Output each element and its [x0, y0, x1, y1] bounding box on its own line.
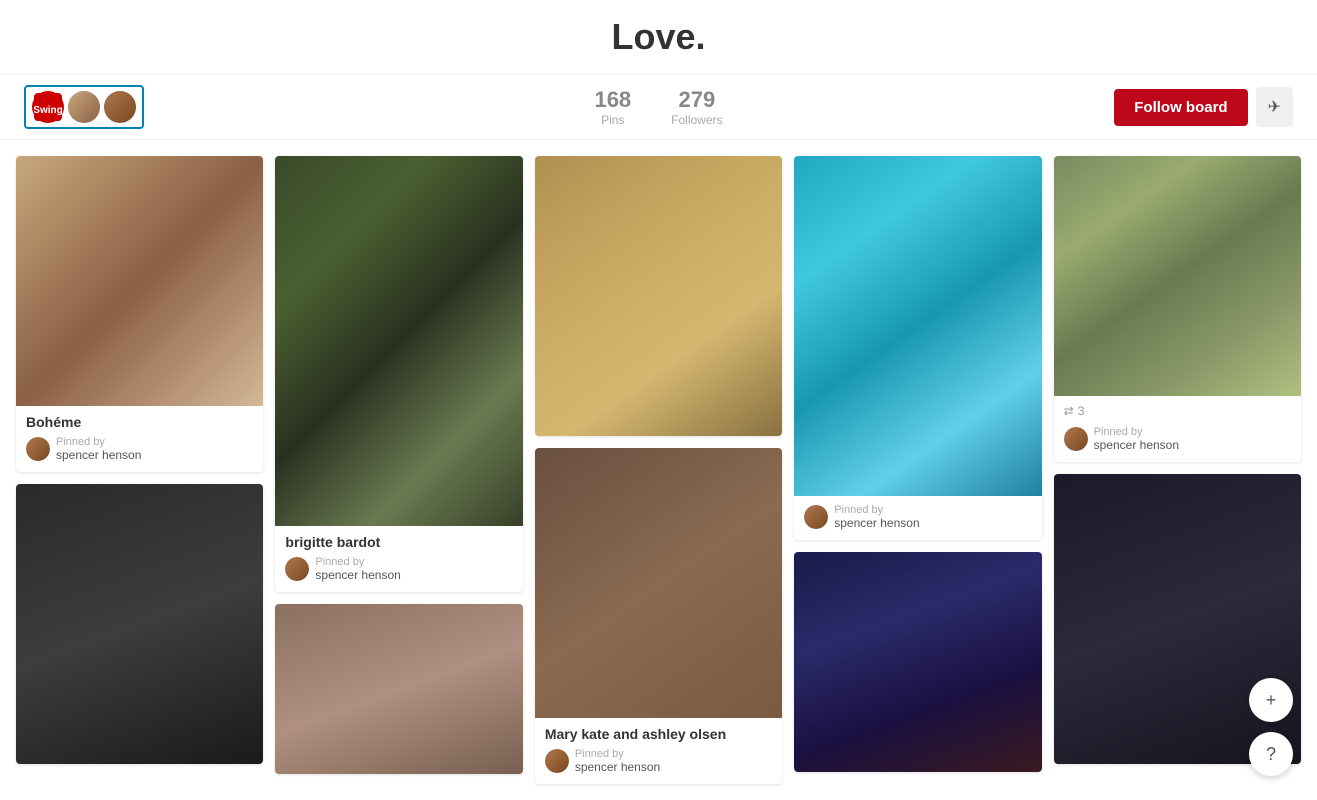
pin-card[interactable]	[275, 604, 522, 774]
pins-stat: 168 Pins	[594, 87, 631, 127]
pin-card[interactable]	[794, 552, 1041, 772]
author-info: Pinned by spencer henson	[56, 436, 141, 462]
question-icon: ?	[1266, 744, 1276, 765]
masonry-col-2: brigitte bardot Pinned by spencer henson	[275, 156, 522, 774]
pin-info: Pinned by spencer henson	[1054, 418, 1301, 462]
masonry-col-5: ⇄ 3 Pinned by spencer henson	[1054, 156, 1301, 764]
pin-title: brigitte bardot	[285, 534, 512, 550]
board-content: Bohéme Pinned by spencer henson	[0, 140, 1317, 800]
stats-center: 168 Pins 279 Followers	[594, 87, 722, 127]
contributors-area[interactable]: Swing	[24, 85, 144, 129]
pins-count: 168	[594, 87, 631, 113]
author-name: spencer henson	[315, 568, 400, 582]
brand-logo: Swing	[32, 91, 64, 123]
pin-info: Mary kate and ashley olsen Pinned by spe…	[535, 718, 782, 784]
board-title: Love.	[24, 16, 1293, 58]
author-name: spencer henson	[575, 760, 660, 774]
stats-bar: Swing 168 Pins 279 Followers Follow boar…	[0, 75, 1317, 140]
pin-author: Pinned by spencer henson	[804, 504, 1031, 530]
page-header: Love.	[0, 0, 1317, 75]
pin-card[interactable]: Bohéme Pinned by spencer henson	[16, 156, 263, 472]
masonry-col-3: Mary kate and ashley olsen Pinned by spe…	[535, 156, 782, 784]
pin-info: Pinned by spencer henson	[794, 496, 1041, 540]
author-info: Pinned by spencer henson	[315, 556, 400, 582]
contributor-avatar-1[interactable]	[68, 91, 100, 123]
help-button[interactable]: ?	[1249, 732, 1293, 776]
pin-author: Pinned by spencer henson	[26, 436, 253, 462]
pin-card[interactable]: Pinned by spencer henson	[794, 156, 1041, 540]
author-name: spencer henson	[834, 516, 919, 530]
author-avatar	[1064, 427, 1088, 451]
pin-image-1	[16, 156, 263, 406]
followers-count: 279	[678, 87, 715, 113]
pin-image-5	[535, 156, 782, 436]
author-avatar	[545, 749, 569, 773]
masonry-col-4: Pinned by spencer henson	[794, 156, 1041, 772]
pin-image-2	[16, 484, 263, 764]
pin-author: Pinned by spencer henson	[545, 748, 772, 774]
pinned-by-label: Pinned by	[56, 436, 141, 448]
author-info: Pinned by spencer henson	[575, 748, 660, 774]
author-avatar	[804, 505, 828, 529]
author-avatar	[285, 557, 309, 581]
zoom-in-button[interactable]: +	[1249, 678, 1293, 722]
followers-label: Followers	[671, 113, 722, 127]
floating-buttons: + ?	[1249, 678, 1293, 776]
svg-text:Swing: Swing	[34, 105, 62, 116]
pin-card[interactable]: ⇄ 3 Pinned by spencer henson	[1054, 156, 1301, 462]
followers-stat: 279 Followers	[671, 87, 722, 127]
pinned-by-label: Pinned by	[315, 556, 400, 568]
pin-card[interactable]: Mary kate and ashley olsen Pinned by spe…	[535, 448, 782, 784]
pin-card[interactable]	[535, 156, 782, 436]
pin-image-7	[794, 156, 1041, 496]
author-info: Pinned by spencer henson	[1094, 426, 1179, 452]
pins-label: Pins	[601, 113, 624, 127]
repin-count: ⇄ 3	[1054, 396, 1301, 418]
pin-image-3	[275, 156, 522, 526]
pin-title: Bohéme	[26, 414, 253, 430]
pinned-by-label: Pinned by	[834, 504, 919, 516]
author-avatar	[26, 437, 50, 461]
author-name: spencer henson	[56, 448, 141, 462]
pin-title: Mary kate and ashley olsen	[545, 726, 772, 742]
pin-image-8	[794, 552, 1041, 772]
pin-image-6	[535, 448, 782, 718]
pinned-by-label: Pinned by	[575, 748, 660, 760]
plus-icon: +	[1266, 690, 1277, 711]
send-button[interactable]: ✈	[1256, 87, 1293, 127]
pin-author: Pinned by spencer henson	[1064, 426, 1291, 452]
pin-image-9	[1054, 156, 1301, 396]
pinned-by-label: Pinned by	[1094, 426, 1179, 438]
masonry-grid: Bohéme Pinned by spencer henson	[16, 156, 1301, 784]
pin-info: Bohéme Pinned by spencer henson	[16, 406, 263, 472]
follow-board-button[interactable]: Follow board	[1114, 89, 1247, 126]
pin-card[interactable]	[16, 484, 263, 764]
repin-icon: ⇄	[1064, 404, 1074, 418]
pin-author: Pinned by spencer henson	[285, 556, 512, 582]
author-name: spencer henson	[1094, 438, 1179, 452]
right-actions: Follow board ✈	[1114, 87, 1293, 127]
masonry-col-1: Bohéme Pinned by spencer henson	[16, 156, 263, 764]
pin-info: brigitte bardot Pinned by spencer henson	[275, 526, 522, 592]
send-icon: ✈	[1268, 97, 1281, 117]
pin-image-4	[275, 604, 522, 774]
contributor-avatar-2[interactable]	[104, 91, 136, 123]
repin-number: 3	[1078, 404, 1085, 418]
author-info: Pinned by spencer henson	[834, 504, 919, 530]
pin-card[interactable]: brigitte bardot Pinned by spencer henson	[275, 156, 522, 592]
